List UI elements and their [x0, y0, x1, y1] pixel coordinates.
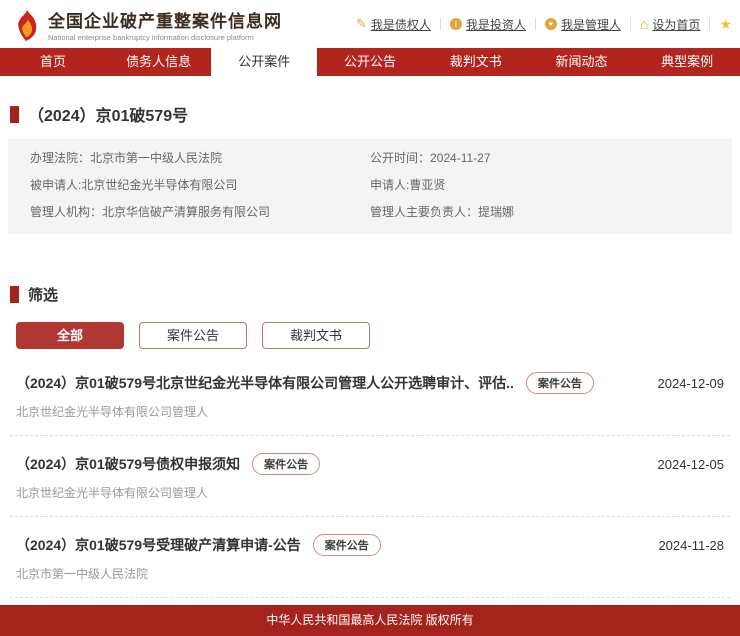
red-accent-bar [10, 106, 19, 123]
detail-value: 提瑞娜 [478, 205, 514, 219]
document-title[interactable]: （2024）京01破579号北京世纪金光半导体有限公司管理人公开选聘审计、评估.… [16, 373, 514, 393]
detail-administrator-person: 管理人主要负责人：提瑞娜 [370, 205, 710, 220]
site-title: 全国企业破产重整案件信息网 [48, 7, 282, 32]
document-date: 2024-11-28 [658, 538, 724, 553]
list-item[interactable]: （2024）京01破579号受理破产清算申请-公告 案件公告 2024-11-2… [10, 517, 730, 598]
administrator-link[interactable]: ★ 我是管理人 [545, 16, 621, 33]
medal-circle-icon: ★ [545, 18, 557, 30]
document-date: 2024-12-09 [658, 376, 725, 391]
top-header: 全国企业破产重整案件信息网 National enterprise bankru… [0, 0, 740, 48]
filter-buttons: 全部 案件公告 裁判文书 [16, 322, 740, 349]
nav-item-typical-cases[interactable]: 典型案例 [634, 48, 740, 76]
document-title[interactable]: （2024）京01破579号债权申报须知 [16, 454, 240, 474]
detail-publish-time: 公开时间：2024-11-27 [370, 151, 710, 166]
filter-judgment-document-button[interactable]: 裁判文书 [262, 322, 370, 349]
investor-link[interactable]: i 我是投资人 [450, 16, 526, 33]
filter-case-announcement-button[interactable]: 案件公告 [139, 322, 247, 349]
divider [440, 18, 441, 30]
nav-item-public-announcements[interactable]: 公开公告 [317, 48, 423, 76]
red-accent-bar [10, 286, 19, 303]
divider [709, 18, 710, 30]
detail-label: 管理人主要负责人： [370, 205, 478, 219]
document-date: 2024-12-05 [658, 457, 725, 472]
home-icon: ⌂ [640, 16, 648, 32]
site-title-block: 全国企业破产重整案件信息网 National enterprise bankru… [48, 7, 282, 42]
document-type-badge: 案件公告 [526, 372, 594, 394]
list-item[interactable]: （2024）京01破579号北京世纪金光半导体有限公司管理人公开选聘审计、评估.… [10, 355, 730, 436]
main-nav: 首页 债务人信息 公开案件 公开公告 裁判文书 新闻动态 典型案例 [0, 48, 740, 76]
detail-applicant: 申请人:曹亚贤 [370, 178, 710, 193]
top-links: ✎ 我是债权人 i 我是投资人 ★ 我是管理人 ⌂ 设为首页 ★ [356, 16, 732, 33]
star-favorite-icon[interactable]: ★ [719, 16, 732, 33]
list-item[interactable]: （2024）京01破579号债权申报须知 案件公告 2024-12-05 北京世… [10, 436, 730, 517]
creditor-link[interactable]: ✎ 我是债权人 [356, 16, 431, 33]
nav-item-public-cases[interactable]: 公开案件 [211, 48, 317, 76]
investor-link-label: 我是投资人 [466, 16, 526, 33]
list-item-row: （2024）京01破579号北京世纪金光半导体有限公司管理人公开选聘审计、评估.… [16, 372, 724, 394]
nav-item-home[interactable]: 首页 [0, 48, 106, 76]
detail-value: 2024-11-27 [430, 151, 491, 165]
filter-all-button[interactable]: 全部 [16, 322, 124, 349]
administrator-link-label: 我是管理人 [561, 16, 621, 33]
case-detail-panel: 办理法院：北京市第一中级人民法院 公开时间：2024-11-27 被申请人:北京… [8, 139, 732, 234]
divider [630, 18, 631, 30]
detail-label: 管理人机构： [30, 205, 102, 219]
detail-label: 公开时间： [370, 151, 430, 165]
document-title[interactable]: （2024）京01破579号受理破产清算申请-公告 [16, 535, 301, 555]
detail-administrator-org: 管理人机构：北京华信破产清算服务有限公司 [30, 205, 370, 220]
document-source: 北京世纪金光半导体有限公司管理人 [16, 403, 724, 420]
creditor-link-label: 我是债权人 [371, 16, 431, 33]
info-circle-icon: i [450, 18, 462, 30]
detail-value: 北京市第一中级人民法院 [90, 151, 222, 165]
list-item-row: （2024）京01破579号受理破产清算申请-公告 案件公告 2024-11-2… [16, 534, 724, 556]
nav-item-judgment-documents[interactable]: 裁判文书 [423, 48, 529, 76]
nav-item-debtor-info[interactable]: 债务人信息 [106, 48, 212, 76]
site-logo[interactable]: 全国企业破产重整案件信息网 National enterprise bankru… [10, 7, 282, 42]
signature-pen-icon: ✎ [356, 16, 367, 32]
detail-value: 北京世纪金光半导体有限公司 [81, 178, 237, 192]
document-type-badge: 案件公告 [252, 453, 320, 475]
case-title-heading: （2024）京01破579号 [10, 102, 740, 126]
case-number-title: （2024）京01破579号 [28, 102, 188, 126]
set-homepage-link[interactable]: ⌂ 设为首页 [640, 16, 700, 33]
flame-logo-icon [10, 7, 40, 41]
filter-title: 筛选 [28, 284, 58, 305]
detail-respondent: 被申请人:北京世纪金光半导体有限公司 [30, 178, 370, 193]
page: 全国企业破产重整案件信息网 National enterprise bankru… [0, 0, 740, 636]
filter-heading: 筛选 [10, 284, 740, 305]
document-source: 北京市第一中级人民法院 [16, 565, 724, 582]
list-item-row: （2024）京01破579号债权申报须知 案件公告 2024-12-05 [16, 453, 724, 475]
detail-handling-court: 办理法院：北京市第一中级人民法院 [30, 151, 370, 166]
set-homepage-link-label: 设为首页 [652, 16, 700, 33]
detail-label: 办理法院： [30, 151, 90, 165]
document-source: 北京世纪金光半导体有限公司管理人 [16, 484, 724, 501]
page-footer: 中华人民共和国最高人民法院 版权所有 [0, 605, 740, 636]
detail-value: 曹亚贤 [409, 178, 445, 192]
document-type-badge: 案件公告 [313, 534, 381, 556]
detail-value: 北京华信破产清算服务有限公司 [102, 205, 270, 219]
site-subtitle: National enterprise bankruptcy informati… [48, 33, 282, 42]
detail-label: 申请人: [370, 178, 409, 192]
detail-label: 被申请人: [30, 178, 81, 192]
case-document-list: （2024）京01破579号北京世纪金光半导体有限公司管理人公开选聘审计、评估.… [10, 355, 730, 636]
nav-item-news[interactable]: 新闻动态 [529, 48, 635, 76]
divider [535, 18, 536, 30]
